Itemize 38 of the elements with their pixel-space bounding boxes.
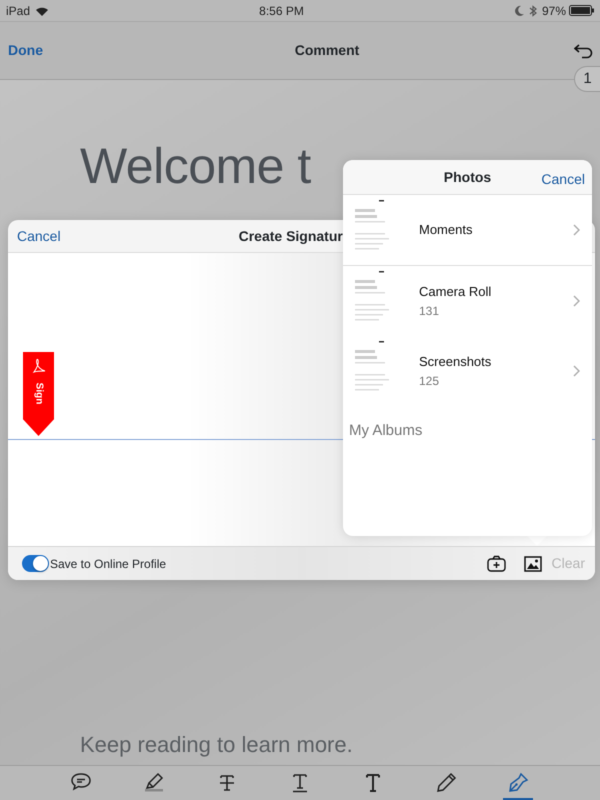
section-header: My Albums bbox=[349, 421, 424, 441]
battery-icon bbox=[569, 5, 594, 16]
document-text: Keep reading to learn more. bbox=[80, 731, 353, 759]
pencil-icon bbox=[434, 772, 457, 792]
camera-icon[interactable] bbox=[486, 555, 506, 572]
bluetooth-icon bbox=[528, 4, 538, 16]
chevron-icon bbox=[573, 224, 580, 236]
chevron-icon bbox=[573, 295, 580, 307]
cancel-button[interactable]: Cancel bbox=[541, 169, 585, 190]
chevron-icon bbox=[573, 365, 580, 377]
undo-icon[interactable] bbox=[574, 42, 593, 59]
save-toggle-label: Save to Online Profile bbox=[50, 556, 166, 572]
popover-title: Photos bbox=[444, 168, 492, 186]
battery-percent: 97% bbox=[542, 2, 566, 20]
document-heading: Welcome t bbox=[80, 141, 311, 191]
cancel-button[interactable]: Cancel bbox=[16, 224, 62, 248]
sign-label: Sign bbox=[32, 382, 45, 404]
page-number-badge[interactable]: 1 bbox=[574, 66, 600, 92]
album-row[interactable]: Screenshots 125 bbox=[343, 336, 592, 406]
dialog-title: Create Signatur bbox=[238, 226, 343, 246]
image-icon[interactable] bbox=[524, 556, 542, 572]
album-count: 125 bbox=[419, 372, 440, 390]
carrier-label: iPad bbox=[6, 2, 30, 20]
wifi-icon bbox=[35, 4, 50, 16]
comment-icon bbox=[70, 772, 92, 792]
album-count: 131 bbox=[419, 302, 440, 320]
album-row[interactable]: Camera Roll 131 bbox=[343, 266, 592, 336]
save-toggle[interactable] bbox=[22, 555, 49, 572]
pen-nib-icon bbox=[507, 772, 530, 792]
album-name: Moments bbox=[419, 221, 474, 240]
album-name: Screenshots bbox=[419, 353, 492, 372]
nav-title: Comment bbox=[294, 41, 360, 60]
moon-icon bbox=[514, 5, 524, 16]
acrobat-logo-icon bbox=[30, 358, 46, 374]
album-name: Camera Roll bbox=[419, 283, 492, 302]
highlighter-icon bbox=[143, 772, 166, 792]
clock-time: 8:56 PM bbox=[259, 2, 304, 20]
album-row[interactable]: Moments bbox=[343, 195, 592, 265]
